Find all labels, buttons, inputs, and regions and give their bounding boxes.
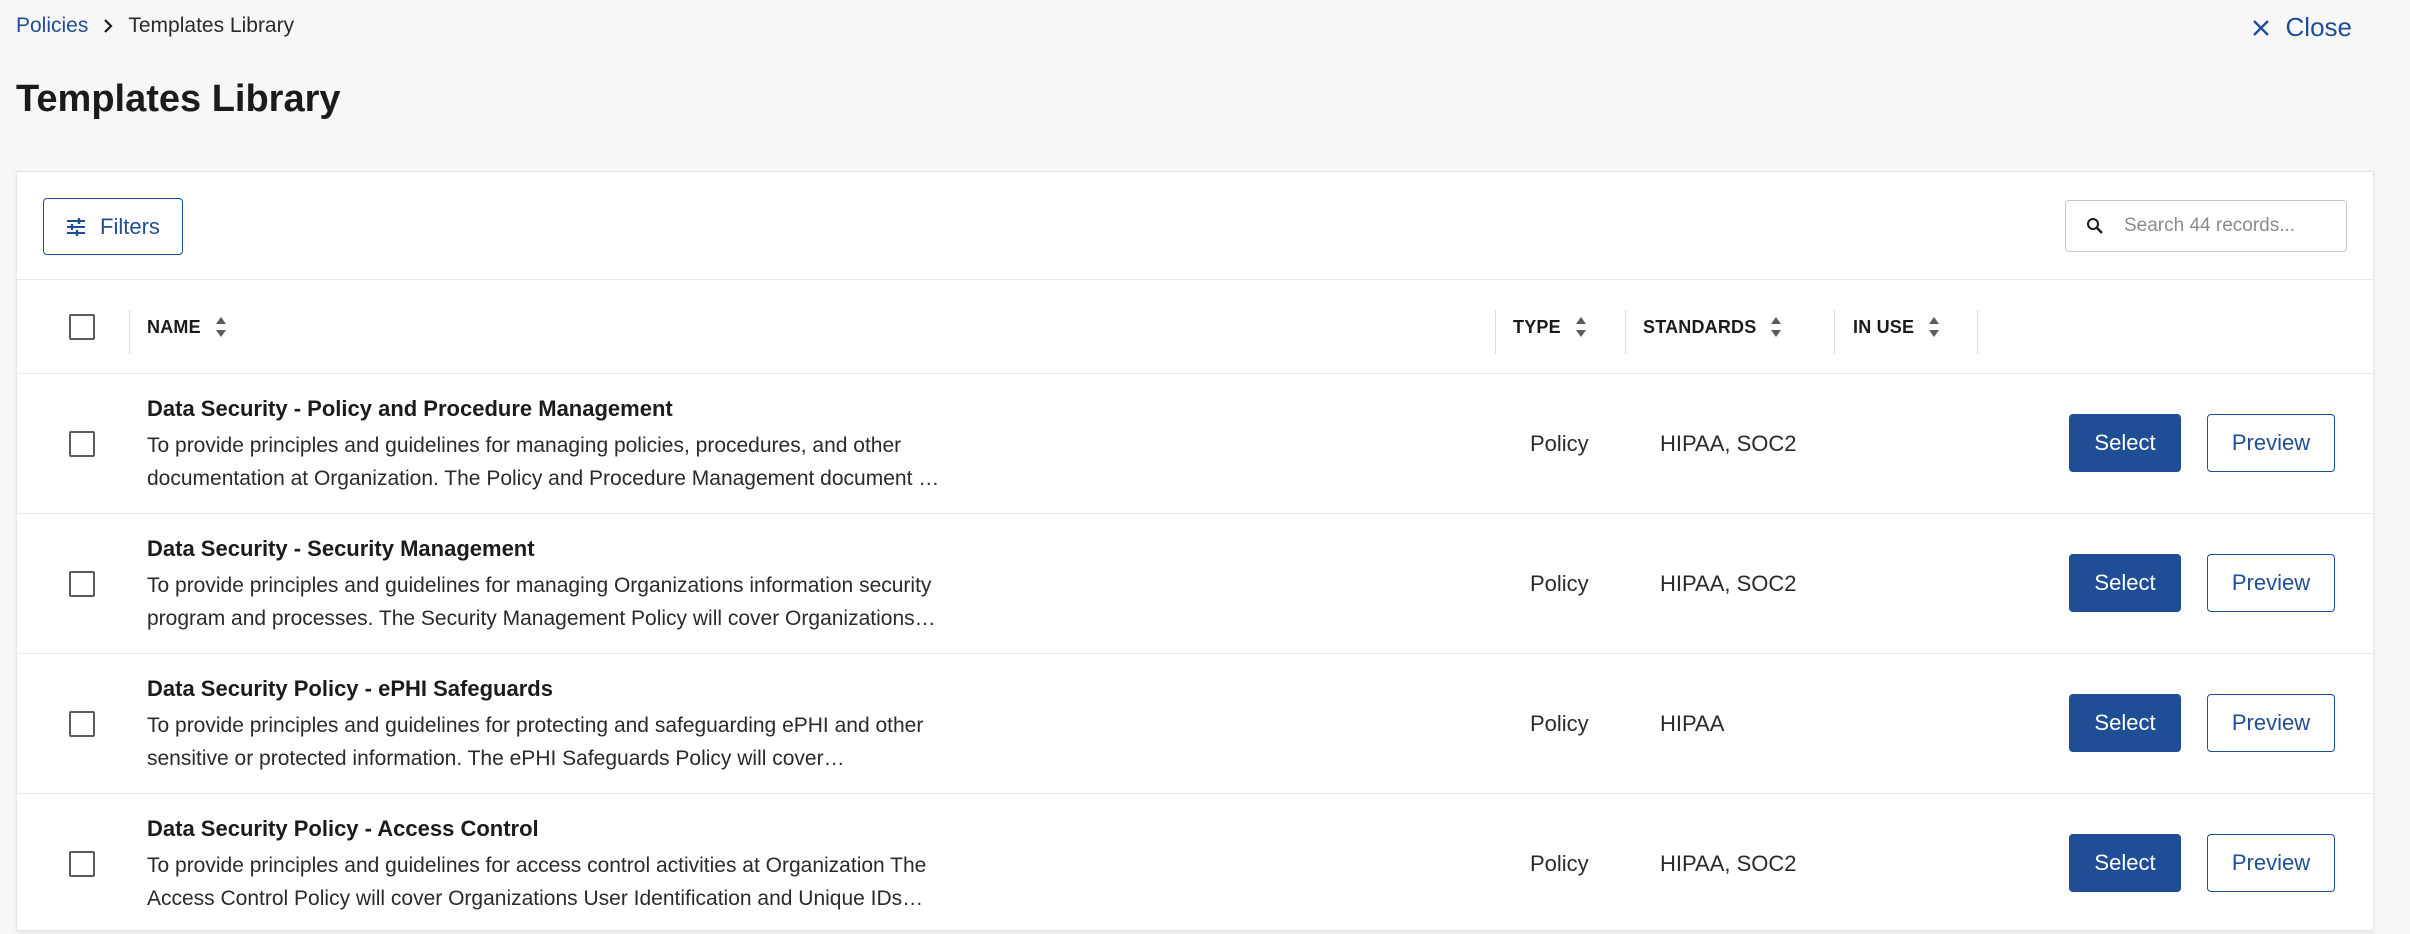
table-header: NAME TYPE STANDARDS IN USE xyxy=(17,280,2373,374)
row-checkbox[interactable] xyxy=(69,851,95,877)
preview-button[interactable]: Preview xyxy=(2207,694,2335,752)
select-button[interactable]: Select xyxy=(2069,554,2181,612)
template-name[interactable]: Data Security - Policy and Procedure Man… xyxy=(147,396,673,422)
template-description: To provide principles and guidelines for… xyxy=(147,569,947,635)
description-line: To provide principles and guidelines for… xyxy=(147,854,927,877)
column-divider xyxy=(1834,310,1835,354)
search-box[interactable] xyxy=(2065,200,2347,252)
templates-card: Filters NAME TYPE xyxy=(16,171,2374,934)
template-standards: HIPAA xyxy=(1660,711,1725,736)
column-header-standards-label: STANDARDS xyxy=(1643,316,1757,337)
page-title: Templates Library xyxy=(16,78,341,120)
close-label: Close xyxy=(2285,12,2352,42)
description-line: documentation at Organization. The Polic… xyxy=(147,467,947,490)
chevron-right-icon xyxy=(102,18,114,34)
breadcrumb-link-policies[interactable]: Policies xyxy=(16,14,88,38)
top-bar: Policies Templates Library Close xyxy=(0,0,2410,58)
description-line: To provide principles and guidelines for… xyxy=(147,714,924,737)
description-line: Access Control Policy will cover Organiz… xyxy=(147,887,924,910)
column-divider xyxy=(1977,310,1978,354)
column-header-name-label: NAME xyxy=(147,316,201,337)
row-checkbox[interactable] xyxy=(69,431,95,457)
template-type: Policy xyxy=(1530,571,1589,596)
template-name[interactable]: Data Security Policy - ePHI Safeguards xyxy=(147,676,553,702)
search-icon xyxy=(2086,217,2104,235)
table-row: Data Security - Security Management To p… xyxy=(17,514,2373,654)
column-header-name[interactable]: NAME xyxy=(147,280,227,374)
template-standards: HIPAA, SOC2 xyxy=(1660,851,1797,876)
template-name[interactable]: Data Security Policy - Access Control xyxy=(147,816,539,842)
table-toolbar: Filters xyxy=(17,172,2373,280)
template-description: To provide principles and guidelines for… xyxy=(147,849,947,915)
search-input[interactable] xyxy=(2122,214,2322,238)
select-button[interactable]: Select xyxy=(2069,694,2181,752)
breadcrumb-current: Templates Library xyxy=(128,14,295,37)
template-type: Policy xyxy=(1530,851,1589,876)
template-type: Policy xyxy=(1530,431,1589,456)
template-standards: HIPAA, SOC2 xyxy=(1660,431,1797,456)
preview-button[interactable]: Preview xyxy=(2207,554,2335,612)
column-header-in-use-label: IN USE xyxy=(1853,316,1915,337)
preview-button[interactable]: Preview xyxy=(2207,414,2335,472)
select-all-checkbox[interactable] xyxy=(69,314,95,340)
table-row: Data Security Policy - ePHI Safeguards T… xyxy=(17,654,2373,794)
column-divider xyxy=(1625,310,1626,354)
close-button[interactable]: Close xyxy=(2252,12,2352,43)
select-button[interactable]: Select xyxy=(2069,834,2181,892)
sort-icon[interactable] xyxy=(1928,316,1940,338)
description-line: program and processes. The Security Mana… xyxy=(147,607,936,630)
select-button[interactable]: Select xyxy=(2069,414,2181,472)
description-line: sensitive or protected information. The … xyxy=(147,747,845,770)
template-name[interactable]: Data Security - Security Management xyxy=(147,536,535,562)
column-divider xyxy=(1495,310,1496,354)
column-divider xyxy=(129,310,130,354)
preview-button[interactable]: Preview xyxy=(2207,834,2335,892)
template-description: To provide principles and guidelines for… xyxy=(147,709,947,775)
column-header-type-label: TYPE xyxy=(1513,316,1561,337)
row-checkbox[interactable] xyxy=(69,711,95,737)
table-row: Data Security Policy - Access Control To… xyxy=(17,794,2373,934)
table-row: Data Security - Policy and Procedure Man… xyxy=(17,374,2373,514)
sort-icon[interactable] xyxy=(1575,316,1587,338)
template-description: To provide principles and guidelines for… xyxy=(147,429,947,495)
template-type: Policy xyxy=(1530,711,1589,736)
close-icon xyxy=(2252,19,2270,37)
sort-icon[interactable] xyxy=(1770,316,1782,338)
filters-label: Filters xyxy=(100,213,160,239)
column-header-standards[interactable]: STANDARDS xyxy=(1643,280,1782,374)
description-line: To provide principles and guidelines for… xyxy=(147,574,932,597)
sliders-icon xyxy=(66,217,86,236)
row-checkbox[interactable] xyxy=(69,571,95,597)
filters-button[interactable]: Filters xyxy=(43,198,183,255)
sort-icon[interactable] xyxy=(215,316,227,338)
column-header-in-use[interactable]: IN USE xyxy=(1853,280,1940,374)
column-header-type[interactable]: TYPE xyxy=(1513,280,1587,374)
breadcrumb: Policies Templates Library xyxy=(16,14,294,38)
template-standards: HIPAA, SOC2 xyxy=(1660,571,1797,596)
description-line: To provide principles and guidelines for… xyxy=(147,434,902,457)
